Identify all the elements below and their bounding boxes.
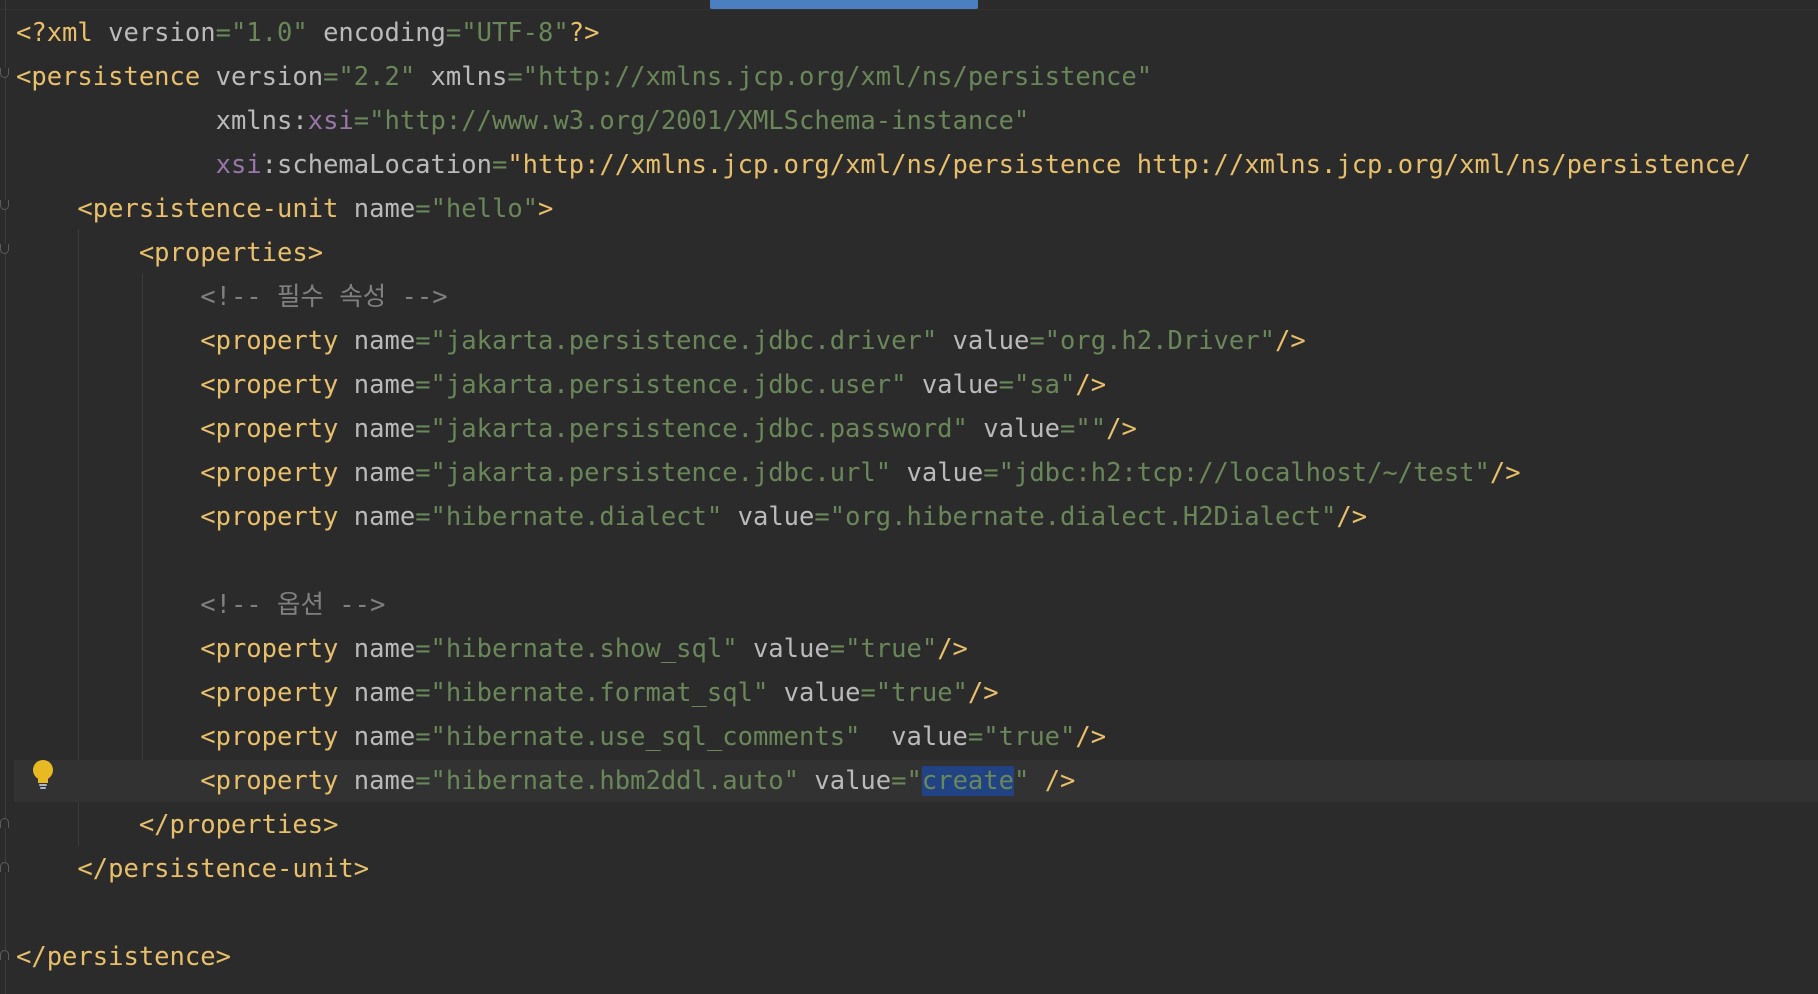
code-line[interactable]: xsi:schemaLocation="http://xmlns.jcp.org… bbox=[16, 143, 1751, 187]
fold-marker[interactable] bbox=[0, 200, 10, 214]
fold-marker[interactable] bbox=[0, 814, 10, 828]
editor-gutter bbox=[0, 0, 14, 994]
code-editor[interactable]: <?xml version="1.0" encoding="UTF-8"?> <p… bbox=[0, 0, 1818, 994]
code-line[interactable]: <property name="hibernate.hbm2ddl.auto" … bbox=[16, 759, 1075, 803]
code-line[interactable]: <properties> bbox=[16, 231, 323, 275]
code-line[interactable]: <property name="jakarta.persistence.jdbc… bbox=[16, 363, 1106, 407]
fold-marker[interactable] bbox=[0, 244, 10, 258]
code-line[interactable]: <property name="hibernate.show_sql" valu… bbox=[16, 627, 968, 671]
editor-top-border bbox=[0, 9, 1818, 10]
code-line[interactable]: <property name="jakarta.persistence.jdbc… bbox=[16, 319, 1305, 363]
gutter-divider bbox=[5, 0, 6, 994]
code-line[interactable]: <property name="hibernate.use_sql_commen… bbox=[16, 715, 1106, 759]
code-line[interactable]: <property name="hibernate.format_sql" va… bbox=[16, 671, 998, 715]
code-line[interactable]: <property name="jakarta.persistence.jdbc… bbox=[16, 407, 1137, 451]
fold-marker[interactable] bbox=[0, 946, 10, 960]
code-line[interactable]: </persistence> bbox=[16, 935, 231, 979]
code-line[interactable]: <property name="jakarta.persistence.jdbc… bbox=[16, 451, 1520, 495]
code-line[interactable]: <!-- 필수 속성 --> bbox=[16, 275, 447, 319]
fold-marker[interactable] bbox=[0, 68, 10, 82]
code-line[interactable]: </persistence-unit> bbox=[16, 847, 369, 891]
code-line[interactable]: <!-- 옵션 --> bbox=[16, 583, 385, 627]
code-line[interactable]: <persistence-unit name="hello"> bbox=[16, 187, 553, 231]
code-line[interactable]: <persistence version="2.2" xmlns="http:/… bbox=[16, 55, 1152, 99]
code-line[interactable]: </properties> bbox=[16, 803, 339, 847]
horizontal-scroll-thumb[interactable] bbox=[710, 0, 978, 9]
code-line[interactable]: <property name="hibernate.dialect" value… bbox=[16, 495, 1367, 539]
code-line[interactable]: <?xml version="1.0" encoding="UTF-8"?> bbox=[16, 11, 599, 55]
code-line[interactable]: xmlns:xsi="http://www.w3.org/2001/XMLSch… bbox=[16, 99, 1030, 143]
fold-marker[interactable] bbox=[0, 858, 10, 872]
